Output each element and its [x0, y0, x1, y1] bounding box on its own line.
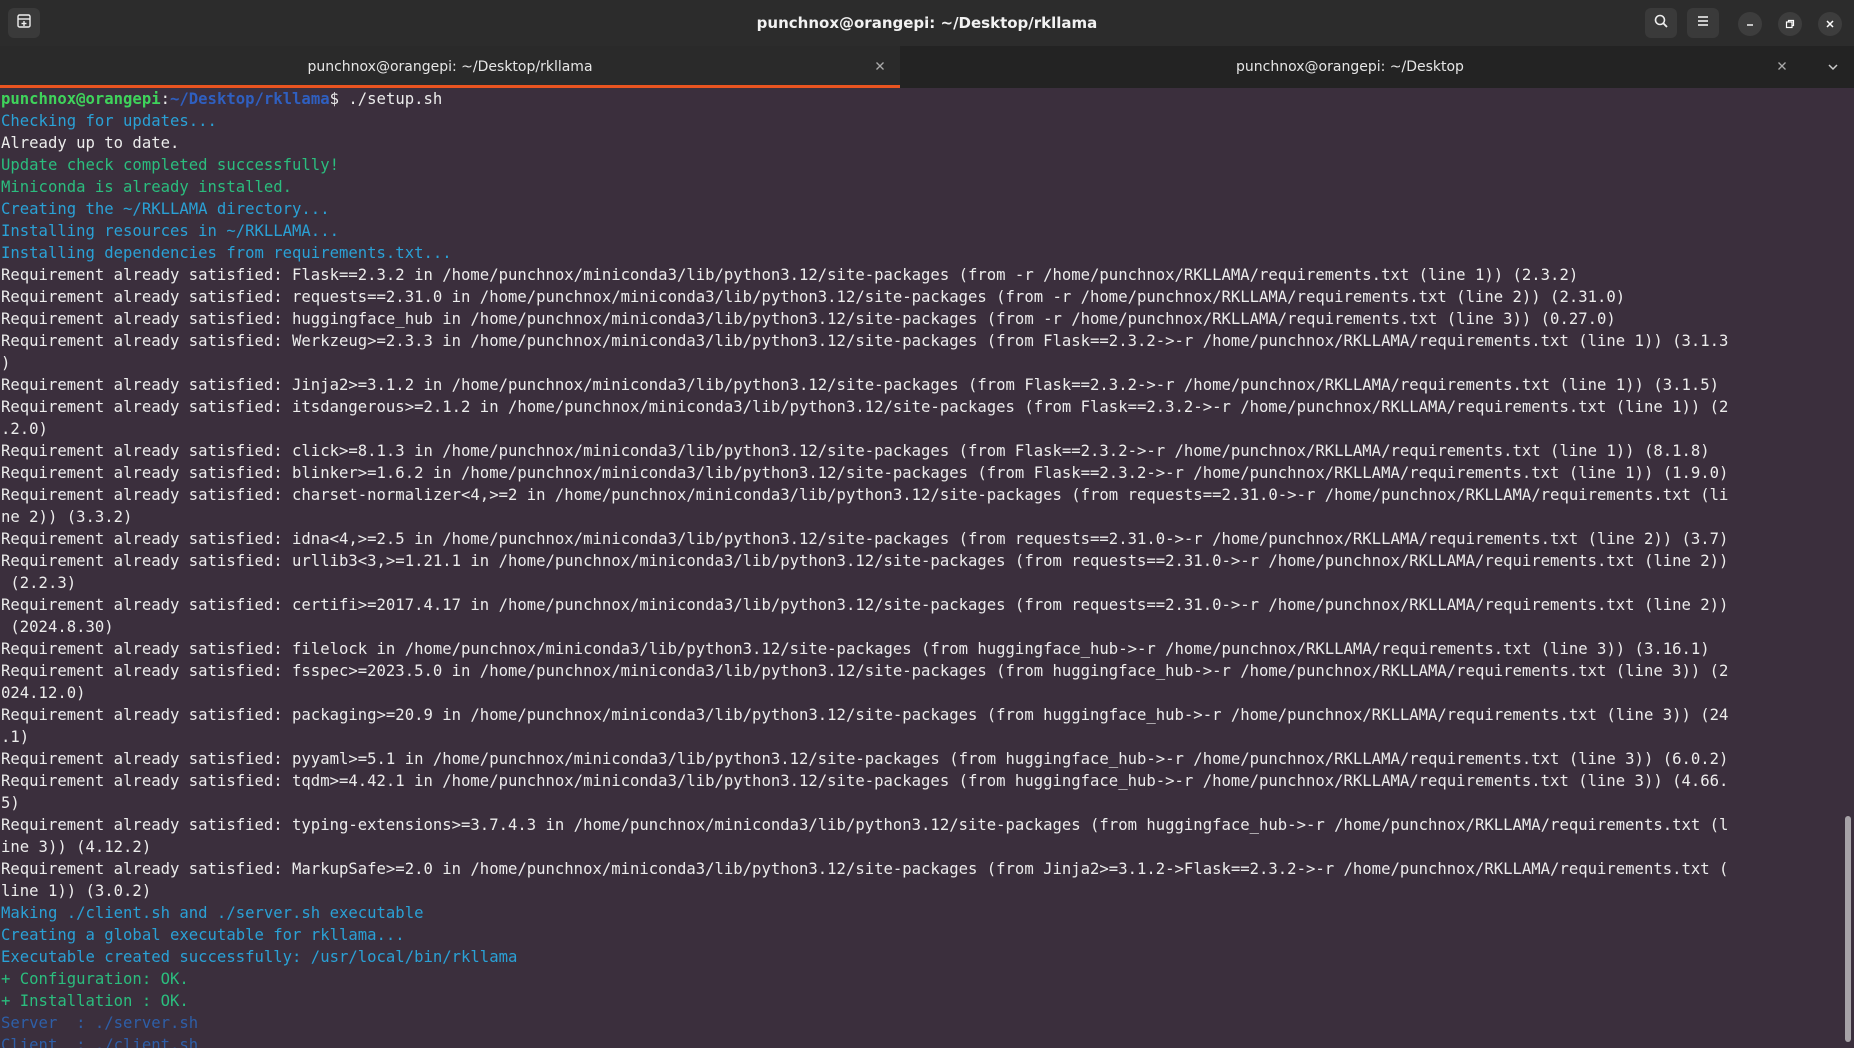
output-line: line 1)) (3.0.2)	[1, 882, 152, 900]
output-line: )	[1, 354, 11, 372]
tab-rkllama[interactable]: punchnox@orangepi: ~/Desktop/rkllama	[0, 46, 900, 88]
output-line: Requirement already satisfied: certifi>=…	[1, 596, 1729, 614]
tab-desktop[interactable]: punchnox@orangepi: ~/Desktop	[900, 46, 1800, 88]
output-line: Installing resources in ~/RKLLAMA...	[1, 222, 339, 240]
output-line: Requirement already satisfied: itsdanger…	[1, 398, 1729, 416]
output-line: Requirement already satisfied: charset-n…	[1, 486, 1729, 504]
tab-close-button[interactable]	[1773, 58, 1791, 76]
output-line: Requirement already satisfied: requests=…	[1, 288, 1626, 306]
prompt-symbol: $	[329, 90, 339, 108]
output-line: Requirement already satisfied: fsspec>=2…	[1, 662, 1729, 680]
output-line: 5)	[1, 794, 20, 812]
restore-icon	[1784, 15, 1796, 34]
output-line: Requirement already satisfied: pyyaml>=5…	[1, 750, 1729, 768]
close-button[interactable]	[1818, 12, 1842, 36]
output-line: Requirement already satisfied: Werkzeug>…	[1, 332, 1729, 350]
output-line: Checking for updates...	[1, 112, 217, 130]
output-line: Requirement already satisfied: urllib3<3…	[1, 552, 1729, 570]
output-line: (2024.8.30)	[1, 618, 114, 636]
close-icon	[1777, 59, 1787, 75]
output-line: Requirement already satisfied: idna<4,>=…	[1, 530, 1729, 548]
output-line: Client : ./client.sh	[1, 1036, 199, 1048]
output-line: Requirement already satisfied: tqdm>=4.4…	[1, 772, 1729, 790]
tab-list-dropdown[interactable]	[1824, 58, 1842, 76]
output-line: Making ./client.sh and ./server.sh execu…	[1, 904, 424, 922]
output-lines: Checking for updates... Already up to dat…	[0, 110, 1840, 1048]
prompt-command: ./setup.sh	[339, 90, 443, 108]
scrollbar-thumb[interactable]	[1845, 816, 1851, 1042]
output-line: + Installation : OK.	[1, 992, 189, 1010]
output-line: Requirement already satisfied: click>=8.…	[1, 442, 1710, 460]
window-title: punchnox@orangepi: ~/Desktop/rkllama	[756, 14, 1098, 32]
tab-label: punchnox@orangepi: ~/Desktop	[1236, 59, 1464, 75]
output-line: Requirement already satisfied: blinker>=…	[1, 464, 1729, 482]
output-line: Server : ./server.sh	[1, 1014, 199, 1032]
output-line: + Configuration: OK.	[1, 970, 189, 988]
output-line: Requirement already satisfied: MarkupSaf…	[1, 860, 1729, 878]
output-line: Requirement already satisfied: packaging…	[1, 706, 1729, 724]
prompt-separator: :	[160, 90, 170, 108]
output-line: .2.0)	[1, 420, 48, 438]
tab-label: punchnox@orangepi: ~/Desktop/rkllama	[307, 59, 593, 75]
output-line: Already up to date.	[1, 134, 180, 152]
hamburger-menu-icon	[1695, 13, 1711, 33]
prompt-line: punchnox@orangepi:~/Desktop/rkllama$ ./s…	[0, 88, 1840, 110]
tab-close-button[interactable]	[871, 58, 889, 76]
search-icon	[1653, 13, 1669, 33]
output-line: ine 3)) (4.12.2)	[1, 838, 152, 856]
chevron-down-icon	[1827, 58, 1839, 77]
prompt-user-host: punchnox@orangepi	[1, 90, 161, 108]
minimize-icon	[1744, 15, 1756, 34]
output-line: .1)	[1, 728, 30, 746]
output-line: Requirement already satisfied: typing-ex…	[1, 816, 1729, 834]
terminal-scrollbar[interactable]	[1840, 88, 1854, 1048]
output-line: Requirement already satisfied: huggingfa…	[1, 310, 1616, 328]
terminal-output[interactable]: punchnox@orangepi:~/Desktop/rkllama$ ./s…	[0, 88, 1840, 1048]
output-line: Executable created successfully: /usr/lo…	[1, 948, 518, 966]
output-line: ne 2)) (3.3.2)	[1, 508, 133, 526]
close-icon	[875, 59, 885, 75]
output-line: Miniconda is already installed.	[1, 178, 293, 196]
close-icon	[1824, 15, 1836, 34]
output-line: Creating the ~/RKLLAMA directory...	[1, 200, 330, 218]
tab-bar: punchnox@orangepi: ~/Desktop/rkllama pun…	[0, 46, 1854, 88]
output-line: 024.12.0)	[1, 684, 86, 702]
prompt-path: ~/Desktop/rkllama	[170, 90, 330, 108]
menu-button[interactable]	[1687, 8, 1719, 38]
minimize-button[interactable]	[1738, 12, 1762, 36]
maximize-button[interactable]	[1778, 12, 1802, 36]
search-button[interactable]	[1645, 8, 1677, 38]
output-line: Requirement already satisfied: filelock …	[1, 640, 1710, 658]
output-line: Requirement already satisfied: Flask==2.…	[1, 266, 1579, 284]
output-line: Requirement already satisfied: Jinja2>=3…	[1, 376, 1720, 394]
output-line: Update check completed successfully!	[1, 156, 339, 174]
terminal-window: punchnox@orangepi: ~/Desktop/rkllama pun…	[0, 0, 1854, 1048]
output-line: Creating a global executable for rkllama…	[1, 926, 405, 944]
output-line: Installing dependencies from requirement…	[1, 244, 452, 262]
output-line: (2.2.3)	[1, 574, 77, 592]
title-bar: punchnox@orangepi: ~/Desktop/rkllama	[0, 0, 1854, 46]
